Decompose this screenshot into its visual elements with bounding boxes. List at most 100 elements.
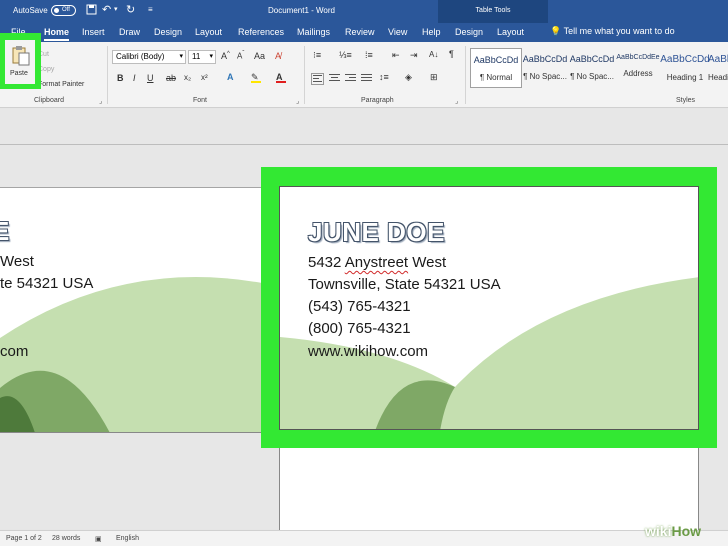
grow-font-icon[interactable]: A^ <box>221 51 230 61</box>
style-no-spacing-2[interactable]: AaBbCcDd ¶ No Spac... <box>566 48 618 88</box>
undo-dropdown-icon[interactable]: ▾ <box>114 4 118 16</box>
language-status[interactable]: English <box>116 535 139 542</box>
watermark-how: How <box>671 523 702 539</box>
left-card-line3: com <box>0 343 29 360</box>
font-family-value: Calibri (Body) <box>116 52 165 61</box>
tab-review[interactable]: Review <box>345 27 375 37</box>
text-effects-icon[interactable]: A <box>227 72 234 82</box>
shrink-font-icon[interactable]: Aˇ <box>237 51 244 61</box>
borders-icon[interactable]: ⊞ <box>430 72 438 83</box>
save-icon[interactable] <box>86 4 97 18</box>
card-phone2: (800) 765-4321 <box>308 320 411 337</box>
page-count[interactable]: Page 1 of 2 <box>6 535 42 542</box>
tell-me-box[interactable]: 💡 Tell me what you want to do <box>550 26 675 37</box>
align-center-icon[interactable] <box>329 74 340 83</box>
multilevel-list-icon[interactable]: ⁞≡ <box>365 50 373 60</box>
paste-icon <box>11 44 31 71</box>
style-address[interactable]: AaBbCcDdEe Address <box>612 48 664 88</box>
tab-view[interactable]: View <box>388 27 407 37</box>
undo-icon[interactable]: ↶ <box>102 4 111 16</box>
style-name: Heading 1 <box>708 73 728 82</box>
paragraph-group-label: Paragraph <box>361 97 394 104</box>
tab-design[interactable]: Design <box>154 27 182 37</box>
style-no-spacing[interactable]: AaBbCcDd ¶ No Spac... <box>519 48 571 88</box>
word-count[interactable]: 28 words <box>52 535 80 542</box>
tab-table-layout[interactable]: Layout <box>497 27 524 37</box>
style-name: ¶ Normal <box>479 73 513 82</box>
redo-icon[interactable]: ↻ <box>126 4 135 16</box>
watermark-wiki: wiki <box>645 523 672 539</box>
ribbon-tabs: File Home Insert Draw Design Layout Refe… <box>0 23 728 42</box>
font-family-select[interactable]: Calibri (Body) ▾ <box>112 50 186 64</box>
divider <box>304 46 305 104</box>
italic-icon[interactable]: I <box>133 73 136 83</box>
address-number: 5432 <box>308 254 345 271</box>
tab-help[interactable]: Help <box>422 27 441 37</box>
watermark-logo: wikiHow <box>645 523 725 543</box>
align-right-icon[interactable] <box>345 74 356 83</box>
tell-me-text: Tell me what you want to do <box>563 26 675 36</box>
paragraph-launcher-icon[interactable]: ⌟ <box>455 97 458 105</box>
underline-icon[interactable]: U <box>147 73 154 83</box>
table-tools-label: Table Tools <box>438 0 548 23</box>
left-business-card[interactable]: E West te 54321 USA com <box>0 187 262 432</box>
proofing-icon[interactable]: ▣ <box>95 535 102 543</box>
style-preview: AaBbCcDd <box>473 55 519 65</box>
font-launcher-icon[interactable]: ⌟ <box>296 97 299 105</box>
left-card-bottom-border <box>0 432 262 433</box>
clear-formatting-icon[interactable]: A̸ <box>275 51 281 61</box>
font-size-select[interactable]: 11 ▾ <box>188 50 216 64</box>
highlight-color-icon[interactable]: ✎ <box>251 72 261 83</box>
decrease-indent-icon[interactable]: ⇤ <box>392 50 400 61</box>
tab-references[interactable]: References <box>238 27 284 37</box>
bullets-icon[interactable]: ⁝≡ <box>313 50 321 61</box>
strikethrough-icon[interactable]: ab <box>166 73 176 83</box>
right-business-card[interactable]: JUNE DOE 5432 Anystreet West Townsville,… <box>279 186 699 430</box>
style-name: Address <box>623 69 653 78</box>
font-group-label: Font <box>193 97 208 104</box>
style-name: ¶ No Spac... <box>570 72 614 81</box>
ribbon: Cut Copy Format Painter Clipboard ⌟ Cali… <box>0 42 728 108</box>
tab-home[interactable]: Home <box>44 27 70 41</box>
tab-layout[interactable]: Layout <box>195 27 222 37</box>
shading-icon[interactable]: ◈ <box>405 72 412 83</box>
left-card-initial: E <box>0 216 10 247</box>
page-edge <box>0 144 728 145</box>
change-case-icon[interactable]: Aa <box>254 51 265 61</box>
next-card-cell[interactable] <box>279 448 699 530</box>
bold-icon[interactable]: B <box>117 73 124 83</box>
tab-mailings[interactable]: Mailings <box>297 27 330 37</box>
style-heading-2[interactable]: AaBbCcDd Heading 1 <box>708 48 728 88</box>
style-heading-1[interactable]: AaBbCcDd Heading 1 <box>659 48 711 88</box>
style-preview: AaBbCcDd <box>660 54 710 65</box>
superscript-icon[interactable]: x² <box>201 73 208 82</box>
justify-icon[interactable] <box>361 74 372 83</box>
card-city-line: Townsville, State 54321 USA <box>308 276 501 293</box>
line-spacing-icon[interactable]: ↕≡ <box>379 72 389 82</box>
document-title: Document1 - Word <box>268 6 335 15</box>
clipboard-group-label: Clipboard <box>34 97 64 104</box>
font-color-icon[interactable]: A <box>276 72 286 83</box>
subscript-icon[interactable]: x₂ <box>184 73 191 82</box>
numbering-icon[interactable]: ⅓≡ <box>339 50 352 60</box>
tab-draw[interactable]: Draw <box>119 27 140 37</box>
customize-quick-access-icon[interactable]: ≡ <box>148 4 153 16</box>
left-card-background <box>0 277 262 432</box>
show-formatting-icon[interactable]: ¶ <box>449 49 454 59</box>
align-left-icon[interactable] <box>311 73 324 85</box>
tab-insert[interactable]: Insert <box>82 27 105 37</box>
format-painter-button[interactable]: Format Painter <box>38 81 84 88</box>
tab-table-design[interactable]: Design <box>455 27 483 37</box>
title-bar: AutoSave Off ↶ ▾ ↻ ≡ Document1 - Word Ta… <box>0 0 728 23</box>
left-card-line2: te 54321 USA <box>0 275 94 292</box>
clipboard-launcher-icon[interactable]: ⌟ <box>99 97 102 105</box>
autosave-toggle[interactable]: Off <box>51 5 76 16</box>
style-preview: AaBbCcDd <box>522 54 568 64</box>
address-rest: West <box>408 254 447 271</box>
style-normal[interactable]: AaBbCcDd ¶ Normal <box>470 48 522 88</box>
card-name: JUNE DOE <box>308 217 445 247</box>
style-preview: AaBbCcDdEe <box>616 54 660 61</box>
increase-indent-icon[interactable]: ⇥ <box>410 50 418 61</box>
sort-icon[interactable]: A↓ <box>429 50 438 59</box>
paste-button[interactable]: Paste <box>5 40 35 84</box>
